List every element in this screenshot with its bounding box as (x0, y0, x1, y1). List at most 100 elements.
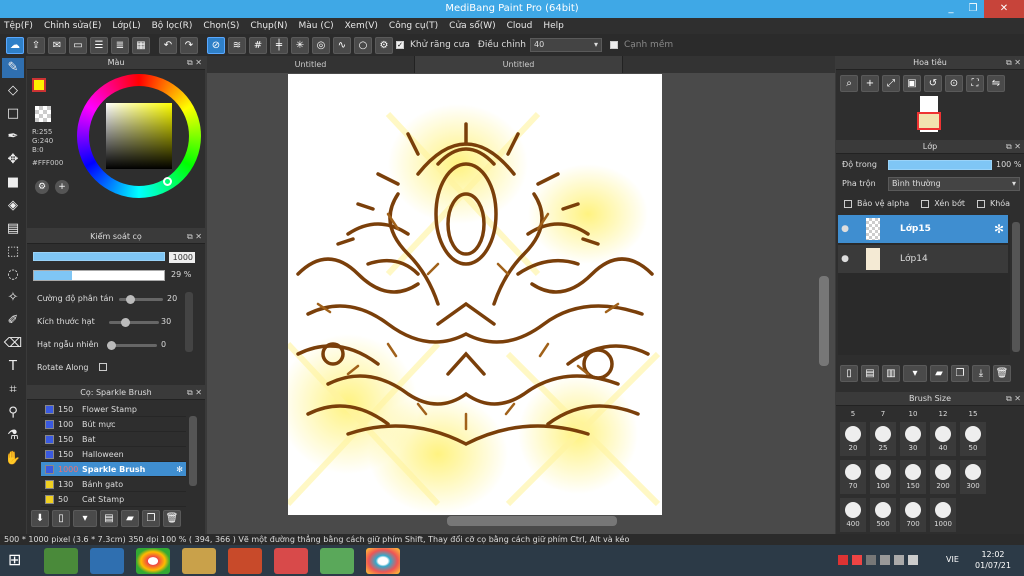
grid-icon[interactable]: ▦ (132, 36, 150, 54)
panel-close-icon[interactable]: ⧉ ✕ (187, 230, 202, 244)
brush-control-scrollbar[interactable] (185, 292, 193, 352)
pen-icon[interactable]: ✎ (2, 58, 24, 78)
radial-snap-icon[interactable]: ✳ (291, 36, 309, 54)
medibang-icon[interactable] (366, 548, 400, 574)
brush-item[interactable]: 50 Cat Stamp (41, 492, 186, 507)
fill-rect-icon[interactable]: ■ (2, 173, 24, 193)
eyedropper-icon[interactable]: ⚲ (2, 403, 24, 423)
scatter-slider[interactable] (119, 295, 163, 304)
primary-color-swatch[interactable] (32, 78, 46, 92)
circle-snap-icon[interactable]: ○ (354, 36, 372, 54)
canvas-horizontal-scrollbar[interactable] (447, 516, 617, 526)
random-particle-slider[interactable] (107, 341, 157, 350)
correction-select[interactable]: 40 ▾ (529, 38, 602, 52)
add-layer-menu-icon[interactable]: ▾ (903, 365, 927, 382)
gear-icon[interactable]: ✻ (176, 465, 183, 474)
green-app-icon[interactable] (320, 548, 354, 574)
actual-size-icon[interactable]: ▣ (903, 75, 921, 92)
input-language[interactable]: VIE (946, 555, 959, 564)
panel-close-icon[interactable]: ⧉ ✕ (1006, 392, 1021, 406)
brush-size-bar[interactable] (33, 252, 165, 261)
menu-file[interactable]: Tệp(F) (4, 21, 33, 31)
new-brush-icon[interactable]: ▯ (52, 510, 70, 527)
drawing-canvas[interactable] (288, 74, 662, 515)
brush-size-preset[interactable]: 70 (840, 460, 866, 494)
page-icon[interactable]: ▭ (69, 36, 87, 54)
delete-layer-icon[interactable]: 🗑 (993, 365, 1011, 382)
new-layer-icon[interactable]: ▯ (840, 365, 858, 382)
panel-close-icon[interactable]: ⧉ ✕ (1006, 56, 1021, 70)
file-explorer-icon[interactable] (182, 548, 216, 574)
merge-layer-icon[interactable]: ⤓ (972, 365, 990, 382)
brush-size-preset[interactable]: 400 (840, 498, 866, 532)
tray-icon[interactable] (894, 555, 904, 565)
tray-icon[interactable] (880, 555, 890, 565)
download-brush-icon[interactable]: ⬇ (31, 510, 49, 527)
layer-item[interactable]: ● Lớp14 (838, 245, 1008, 273)
app-icon[interactable] (274, 548, 308, 574)
brush-size-preset[interactable]: 50 (960, 422, 986, 456)
brush-size-preset[interactable]: 100 (870, 460, 896, 494)
palette-add-icon[interactable]: + (55, 180, 69, 194)
minimize-button[interactable]: _ (940, 0, 962, 18)
clipping-checkbox[interactable] (921, 199, 930, 208)
brush-size-preset[interactable]: 12 (930, 408, 956, 418)
eye-icon[interactable]: ● (838, 254, 852, 264)
select-icon[interactable]: ⬚ (2, 242, 24, 262)
blend-select[interactable]: Bình thường ▾ (888, 177, 1020, 191)
duplicate-layer-icon[interactable]: ❐ (951, 365, 969, 382)
clock[interactable]: 12:02 01/07/21 (975, 549, 1011, 571)
select-pen-icon[interactable]: ✐ (2, 311, 24, 331)
dropper-icon[interactable]: ⚗ (2, 426, 24, 446)
menu-layer[interactable]: Lớp(L) (112, 21, 140, 31)
internet-explorer-icon[interactable] (90, 548, 124, 574)
brush-item[interactable]: 150 Bat (41, 432, 186, 447)
zoom-in-icon[interactable]: + (861, 75, 879, 92)
bucket-icon[interactable]: ◈ (2, 196, 24, 216)
redo-icon[interactable]: ↷ (180, 36, 198, 54)
undo-icon[interactable]: ↶ (159, 36, 177, 54)
rectangle-icon[interactable]: □ (2, 104, 24, 124)
tray-icon[interactable] (866, 555, 876, 565)
brush-size-value[interactable]: 1000 (169, 252, 195, 263)
tray-icon[interactable] (852, 555, 862, 565)
copy-brush-icon[interactable]: ▤ (100, 510, 118, 527)
brush-size-preset[interactable]: 300 (960, 460, 986, 494)
gradient-icon[interactable]: ▤ (2, 219, 24, 239)
brush-item[interactable]: 150 Flower Stamp (41, 402, 186, 417)
flip-icon[interactable]: ⇋ (987, 75, 1005, 92)
tab-untitled-2[interactable]: Untitled (415, 56, 623, 73)
select-eraser-icon[interactable]: ⌫ (2, 334, 24, 354)
brush-item[interactable]: 150 Halloween (41, 447, 186, 462)
lock-checkbox[interactable] (976, 199, 985, 208)
canvas-vertical-scrollbar[interactable] (819, 276, 829, 366)
layer-folder-icon[interactable]: ▰ (930, 365, 948, 382)
particle-size-slider[interactable] (109, 318, 159, 327)
color-wheel[interactable] (77, 74, 201, 198)
volume-icon[interactable] (908, 555, 918, 565)
rotate-along-checkbox[interactable] (99, 363, 107, 371)
powerpoint-icon[interactable] (228, 548, 262, 574)
new-layer-halftone-icon[interactable]: ▤ (861, 365, 879, 382)
hue-marker[interactable] (163, 177, 172, 186)
layer-opacity-bar[interactable] (888, 160, 992, 170)
panel-close-icon[interactable]: ⧉ ✕ (187, 56, 202, 70)
restore-button[interactable]: ❐ (962, 0, 984, 18)
lasso-icon[interactable]: ◌ (2, 265, 24, 285)
brush-size-preset[interactable]: 10 (900, 408, 926, 418)
brush-item[interactable]: 130 Bánh gato (41, 477, 186, 492)
chrome-icon[interactable] (136, 548, 170, 574)
brush-pen-icon[interactable]: ✒ (2, 127, 24, 147)
brush-size-preset[interactable]: 700 (900, 498, 926, 532)
share-icon[interactable]: ⇪ (27, 36, 45, 54)
new-layer-1bit-icon[interactable]: ▥ (882, 365, 900, 382)
brush-size-preset[interactable]: 20 (840, 422, 866, 456)
menu-window[interactable]: Cửa sổ(W) (449, 21, 495, 31)
grid-snap-icon[interactable]: # (249, 36, 267, 54)
cross-snap-icon[interactable]: ╪ (270, 36, 288, 54)
tray-icon[interactable] (838, 555, 848, 565)
brush-size-preset[interactable]: 200 (930, 460, 956, 494)
folder-icon[interactable]: ▰ (121, 510, 139, 527)
brush-list-scrollbar[interactable] (189, 416, 197, 486)
antialias-checkbox[interactable]: ✓ (396, 41, 404, 49)
